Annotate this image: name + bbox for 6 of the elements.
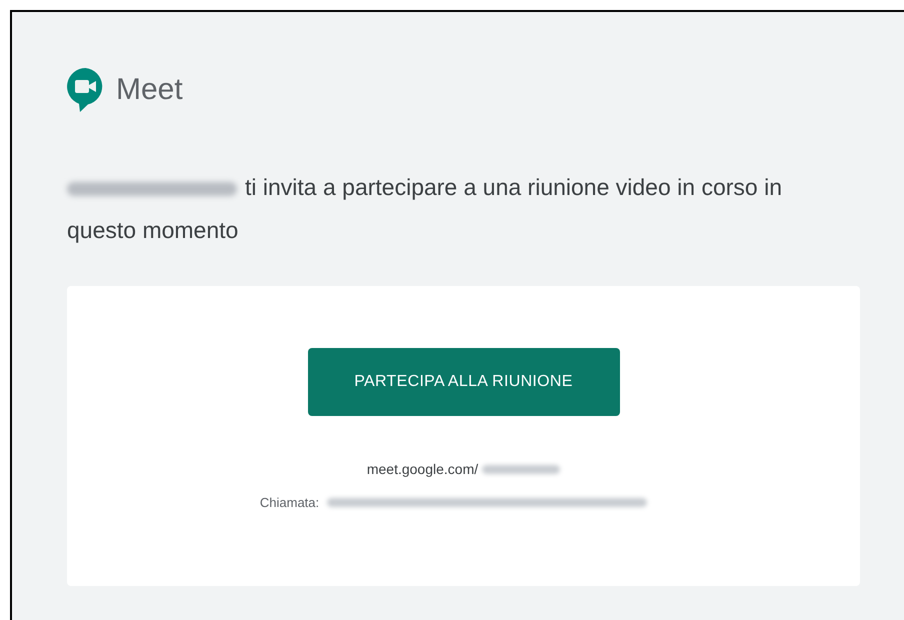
camera-bubble-icon <box>67 68 104 112</box>
meeting-link[interactable]: meet.google.com/ <box>366 461 478 477</box>
invitation-message: ti invita a partecipare a una riunione video in corso in questo momento <box>67 173 783 245</box>
join-button[interactable]: PARTECIPA ALLA RIUNIONE <box>308 348 620 416</box>
app-name: Meet <box>116 73 183 107</box>
phone-label: Chiamata: <box>260 495 320 510</box>
